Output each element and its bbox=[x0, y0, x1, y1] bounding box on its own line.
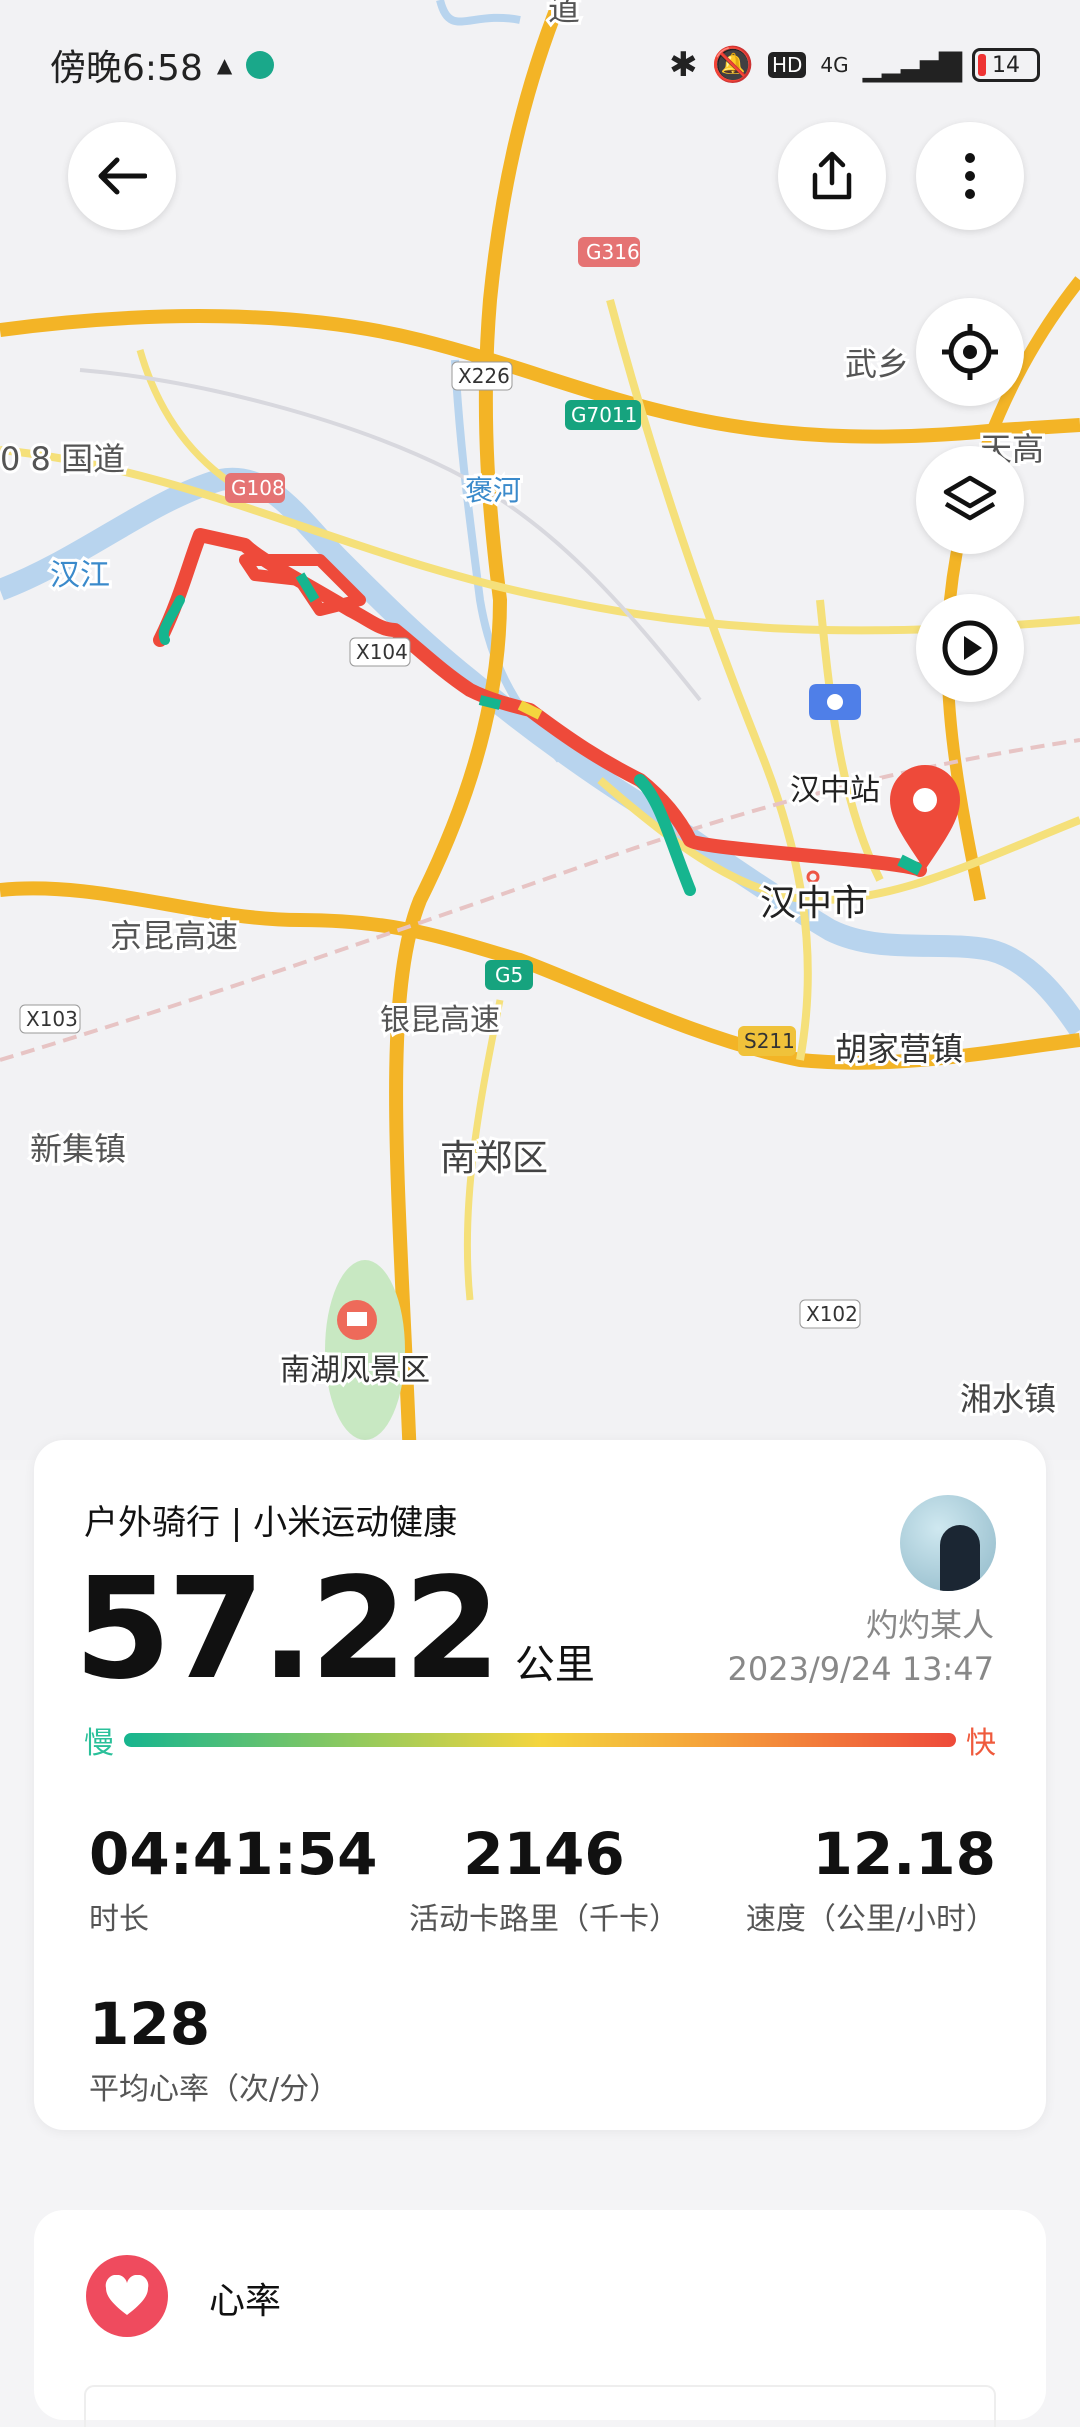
map-label-jingkun: 京昆高速 bbox=[110, 917, 238, 955]
map-label-nanhu: 南湖风景区 bbox=[280, 1353, 430, 1388]
distance-block: 57.22 公里 bbox=[74, 1560, 595, 1700]
shield-g316: G316 bbox=[586, 240, 640, 264]
pace-fast-label: 快 bbox=[966, 1726, 996, 1761]
stat-label: 时长 bbox=[89, 1902, 149, 1937]
map-label-han-river: 汉江 bbox=[50, 558, 110, 593]
play-replay-button[interactable] bbox=[916, 594, 1024, 702]
shield-g108: G108 bbox=[231, 476, 285, 500]
shield-s211: S211 bbox=[744, 1029, 795, 1053]
stat-label: 速度（公里/小时） bbox=[745, 1902, 996, 1937]
map-label-xiangshui: 湘水镇 bbox=[960, 1380, 1056, 1418]
shield-x102: X102 bbox=[806, 1302, 858, 1326]
battery-icon: 14 bbox=[972, 48, 1040, 82]
workout-datetime: 2023/9/24 13:47 bbox=[727, 1650, 994, 1688]
battery-level: 14 bbox=[992, 52, 1020, 78]
distance-unit: 公里 bbox=[514, 1642, 595, 1688]
stat-calories: 2146 活动卡路里（千卡） bbox=[404, 1820, 684, 1938]
map-label-wuxiang: 武乡 bbox=[845, 345, 909, 383]
back-button[interactable] bbox=[68, 122, 176, 230]
more-options-button[interactable] bbox=[916, 122, 1024, 230]
pace-slow-label: 慢 bbox=[84, 1726, 114, 1761]
avatar[interactable] bbox=[900, 1495, 996, 1591]
stat-value: 128 bbox=[89, 1990, 211, 2058]
map-label-national-road: 0 8 国道 bbox=[0, 440, 125, 478]
stat-duration: 04:41:54 时长 bbox=[89, 1820, 378, 1938]
layers-icon bbox=[943, 475, 997, 521]
scenic-area-icon bbox=[337, 1300, 377, 1340]
more-vertical-icon bbox=[965, 153, 975, 199]
map-label-hujiaying: 胡家营镇 bbox=[835, 1030, 963, 1068]
distance-value: 57.22 bbox=[74, 1548, 501, 1711]
map-label-bao-river: 褒河 bbox=[465, 474, 521, 507]
notification-icon: ▲ bbox=[216, 53, 233, 77]
status-bar: 傍晚6:58 ▲ ✱ 🔕 HD 4G ▁▂▃▅▇ 14 bbox=[50, 40, 1040, 90]
share-icon bbox=[812, 151, 852, 200]
arrow-left-icon bbox=[98, 157, 147, 195]
map-layers-button[interactable] bbox=[916, 446, 1024, 554]
map-label-nanzheng: 南郑区 bbox=[440, 1138, 548, 1179]
status-time: 傍晚6:58 bbox=[50, 48, 203, 89]
play-circle-icon bbox=[942, 620, 998, 676]
stat-heart-rate: 128 平均心率（次/分） bbox=[89, 1990, 339, 2108]
stat-label: 活动卡路里（千卡） bbox=[409, 1902, 679, 1937]
route-map[interactable]: 道 武乡 0 8 国道 天高 褒河 汉江 汉中站 汉中市 京昆高速 胡家营镇 新… bbox=[0, 0, 1080, 1460]
bluetooth-icon: ✱ bbox=[669, 45, 698, 85]
stat-value: 2146 bbox=[463, 1820, 625, 1888]
heart-rate-section[interactable]: 心率 bbox=[34, 2210, 1046, 2427]
workout-summary-card: 户外骑行 | 小米运动健康 57.22 公里 灼灼某人 2023/9/24 13… bbox=[34, 1440, 1046, 2130]
heart-rate-title: 心率 bbox=[209, 2281, 282, 2322]
stat-value: 04:41:54 bbox=[89, 1820, 378, 1888]
shield-g5: G5 bbox=[495, 963, 523, 987]
map-label-hanzhong-city: 汉中市 bbox=[760, 883, 868, 924]
map-label-yinkun: 银昆高速 bbox=[380, 1003, 500, 1038]
network-type: 4G bbox=[820, 53, 849, 77]
stat-value: 12.18 bbox=[812, 1820, 996, 1888]
workout-source: 户外骑行 | 小米运动健康 bbox=[84, 1503, 458, 1543]
pace-gradient-bar bbox=[124, 1733, 956, 1747]
signal-icon: ▁▂▃▅▇ bbox=[862, 47, 962, 83]
map-label-xinji: 新集镇 bbox=[30, 1130, 126, 1168]
stat-speed: 12.18 速度（公里/小时） bbox=[746, 1820, 996, 1938]
security-shield-icon bbox=[246, 51, 275, 79]
shield-x104: X104 bbox=[356, 640, 408, 664]
heart-icon bbox=[86, 2255, 168, 2337]
locate-button[interactable] bbox=[916, 298, 1024, 406]
shield-x103: X103 bbox=[26, 1007, 78, 1031]
stat-label: 平均心率（次/分） bbox=[89, 2072, 340, 2107]
mute-bell-icon: 🔕 bbox=[711, 45, 754, 85]
shield-g7011: G7011 bbox=[571, 403, 637, 427]
crosshair-icon bbox=[942, 324, 998, 380]
pace-legend: 慢 快 bbox=[84, 1720, 996, 1761]
map-label-dao: 道 bbox=[548, 0, 580, 28]
share-button[interactable] bbox=[778, 122, 886, 230]
shield-x226: X226 bbox=[458, 364, 510, 388]
heart-rate-chart-placeholder bbox=[84, 2385, 996, 2427]
hd-icon: HD bbox=[767, 52, 807, 78]
map-label-hanzhong-station: 汉中站 bbox=[790, 773, 880, 808]
user-name: 灼灼某人 bbox=[865, 1606, 994, 1644]
